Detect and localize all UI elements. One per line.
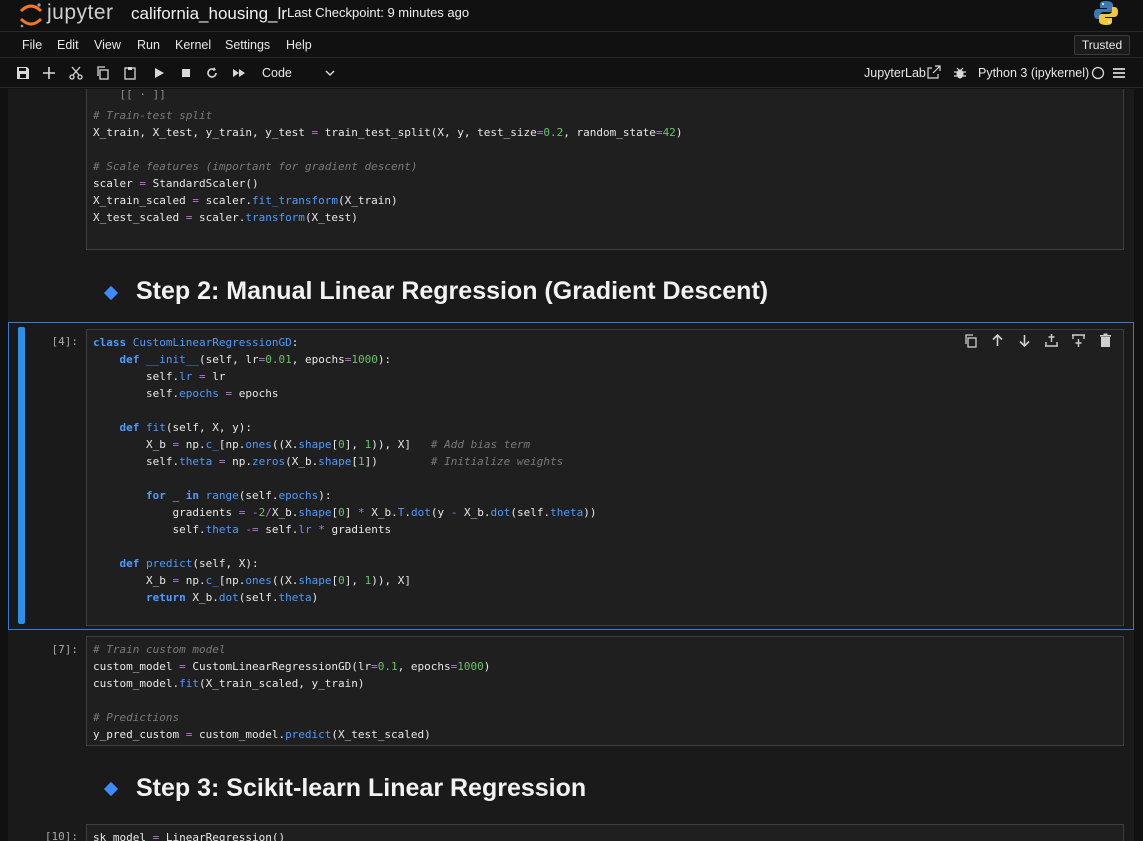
restart-icon[interactable]	[205, 66, 219, 80]
code-line: self.lr = lr	[93, 370, 226, 383]
checkpoint-status: Last Checkpoint: 9 minutes ago	[287, 5, 470, 20]
code-line: # Train-test split	[93, 107, 212, 124]
code-cell-input[interactable]: class CustomLinearRegressionGD: def __in…	[86, 329, 1124, 626]
fast-forward-icon[interactable]	[232, 66, 246, 80]
code-comment: # Train-test split	[93, 109, 213, 122]
menu-file[interactable]: File	[22, 38, 42, 52]
code-comment: # Predictions	[93, 711, 180, 724]
code-line: X_test_scaled = scaler.transform(X_test)	[93, 211, 358, 224]
duplicate-cell-icon[interactable]	[963, 333, 978, 348]
copy-icon[interactable]	[96, 66, 110, 80]
menu-bar: File Edit View Run Kernel Settings Help …	[0, 31, 1143, 58]
code-line: X_train, X_test, y_train, y_test = train…	[93, 126, 683, 139]
markdown-heading: Step 2: Manual Linear Regression (Gradie…	[136, 277, 769, 305]
code-comment: # Scale features (important for gradient…	[93, 160, 418, 173]
add-icon[interactable]	[42, 66, 56, 80]
code-line: def predict(self, X):	[119, 557, 259, 570]
jupyterlab-link[interactable]: JupyterLab	[864, 66, 926, 80]
execution-count: [4]:	[51, 335, 79, 348]
menu-edit[interactable]: Edit	[57, 38, 79, 52]
external-link-icon[interactable]	[927, 65, 941, 79]
code-cell-input[interactable]: sk_model = LinearRegression()	[86, 824, 1124, 841]
stop-icon[interactable]	[179, 66, 193, 80]
code-line: self.epochs = epochs	[93, 387, 279, 400]
code-line: custom_model.fit(X_train_scaled, y_train…	[93, 677, 365, 690]
notebook-title[interactable]: california_housing_lr	[131, 4, 287, 24]
active-cell-collapser[interactable]	[18, 327, 25, 624]
menu-settings[interactable]: Settings	[225, 38, 270, 52]
code-line: self.theta -= self.lr * gradients	[93, 523, 392, 536]
chevron-down-icon[interactable]	[325, 68, 335, 78]
code-line: y_pred_custom = custom_model.predict(X_t…	[93, 728, 431, 741]
code-cell-input[interactable]: [[ · ]] # Train-test split X_train, X_te…	[86, 89, 1124, 250]
code-line: def fit(self, X, y):	[119, 421, 252, 434]
save-icon[interactable]	[16, 66, 30, 80]
run-icon[interactable]	[152, 66, 166, 80]
code-comment: # Train custom model	[93, 643, 226, 656]
execution-count: [10]:	[44, 830, 78, 841]
kernel-name[interactable]: Python 3 (ipykernel)	[978, 66, 1089, 80]
notebook-toolbar: Code JupyterLab Python 3 (ipykernel)	[0, 59, 1143, 88]
code-line: sk_model = LinearRegression()	[93, 831, 286, 841]
code-line: custom_model = CustomLinearRegressionGD(…	[93, 660, 491, 673]
cut-icon[interactable]	[69, 66, 83, 80]
code-line: self.theta = np.zeros(X_b.shape[1]) # In…	[93, 455, 564, 468]
code-line: X_b = np.c_[np.ones((X.shape[0], 1)), X]…	[93, 438, 531, 451]
code-line: [[ · ]]	[119, 89, 166, 101]
code-line: gradients = -2/X_b.shape[0] * X_b.T.dot(…	[93, 506, 597, 519]
paste-icon[interactable]	[123, 66, 137, 80]
notebook-area[interactable]: [[ · ]] # Train-test split X_train, X_te…	[0, 89, 1143, 841]
menu-hamburger-icon[interactable]	[1112, 66, 1126, 80]
code-line: X_b = np.c_[np.ones((X.shape[0], 1)), X]	[93, 574, 411, 587]
python-logo-icon	[1094, 1, 1118, 25]
insert-below-icon[interactable]	[1071, 333, 1086, 348]
code-line: # Predictions	[93, 709, 179, 726]
code-line: def __init__(self, lr=0.01, epochs=1000)…	[119, 353, 392, 366]
cell-type-select[interactable]: Code	[262, 66, 292, 80]
move-down-icon[interactable]	[1017, 333, 1032, 348]
markdown-heading: Step 3: Scikit-learn Linear Regression	[136, 774, 587, 802]
move-up-icon[interactable]	[990, 333, 1005, 348]
code-line: # Scale features (important for gradient…	[93, 158, 418, 175]
jupyter-logo-icon	[19, 3, 43, 28]
menu-run[interactable]: Run	[137, 38, 160, 52]
delete-cell-icon[interactable]	[1098, 333, 1113, 348]
code-line: for _ in range(self.epochs):	[145, 489, 332, 502]
code-line: return X_b.dot(self.theta)	[145, 591, 319, 604]
code-line: # Train custom model	[93, 641, 225, 658]
top-header: jupyter california_housing_lr Last Check…	[0, 0, 1143, 30]
menu-view[interactable]: View	[94, 38, 121, 52]
kernel-status-idle-icon	[1091, 66, 1105, 80]
code-line: class CustomLinearRegressionGD:	[93, 336, 299, 349]
trusted-button[interactable]: Trusted	[1074, 35, 1130, 55]
code-cell-input[interactable]: # Train custom model custom_model = Cust…	[86, 636, 1124, 746]
menu-help[interactable]: Help	[286, 38, 312, 52]
jupyter-brand[interactable]: jupyter	[47, 1, 114, 25]
execution-count: [7]:	[51, 643, 79, 656]
code-line: X_train_scaled = scaler.fit_transform(X_…	[93, 194, 398, 207]
code-line: scaler = StandardScaler()	[93, 177, 259, 190]
menu-kernel[interactable]: Kernel	[175, 38, 211, 52]
scrollbar[interactable]	[1135, 89, 1143, 841]
insert-above-icon[interactable]	[1044, 333, 1059, 348]
debugger-bug-icon[interactable]	[953, 66, 967, 80]
